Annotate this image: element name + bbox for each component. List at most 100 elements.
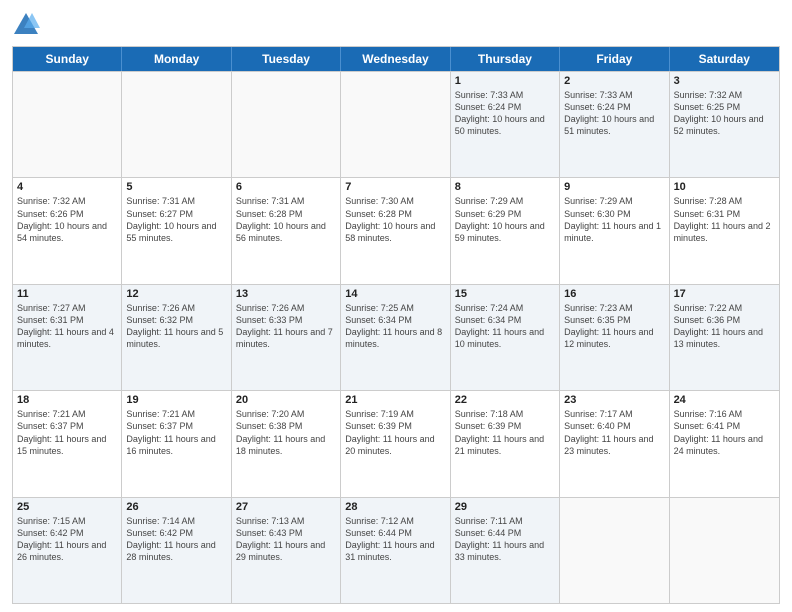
calendar-row-4: 25 Sunrise: 7:15 AM Sunset: 6:42 PM Dayli…: [13, 497, 779, 603]
header-day-monday: Monday: [122, 47, 231, 71]
cal-cell-25: 25 Sunrise: 7:15 AM Sunset: 6:42 PM Dayli…: [13, 498, 122, 603]
cal-cell-2: 2 Sunrise: 7:33 AM Sunset: 6:24 PM Daylig…: [560, 72, 669, 177]
day-info: Sunrise: 7:20 AM Sunset: 6:38 PM Dayligh…: [236, 408, 336, 457]
day-number: 21: [345, 394, 445, 406]
cal-cell-17: 17 Sunrise: 7:22 AM Sunset: 6:36 PM Dayli…: [670, 285, 779, 390]
day-number: 29: [455, 501, 555, 513]
day-number: 28: [345, 501, 445, 513]
calendar-body: 1 Sunrise: 7:33 AM Sunset: 6:24 PM Daylig…: [13, 71, 779, 603]
day-number: 15: [455, 288, 555, 300]
cal-cell-10: 10 Sunrise: 7:28 AM Sunset: 6:31 PM Dayli…: [670, 178, 779, 283]
cal-cell-9: 9 Sunrise: 7:29 AM Sunset: 6:30 PM Daylig…: [560, 178, 669, 283]
cal-cell-8: 8 Sunrise: 7:29 AM Sunset: 6:29 PM Daylig…: [451, 178, 560, 283]
logo: [12, 10, 44, 38]
cal-cell-23: 23 Sunrise: 7:17 AM Sunset: 6:40 PM Dayli…: [560, 391, 669, 496]
header-day-friday: Friday: [560, 47, 669, 71]
day-info: Sunrise: 7:12 AM Sunset: 6:44 PM Dayligh…: [345, 515, 445, 564]
day-number: 5: [126, 181, 226, 193]
day-number: 24: [674, 394, 775, 406]
day-number: 13: [236, 288, 336, 300]
cal-cell-15: 15 Sunrise: 7:24 AM Sunset: 6:34 PM Dayli…: [451, 285, 560, 390]
day-number: 9: [564, 181, 664, 193]
day-info: Sunrise: 7:27 AM Sunset: 6:31 PM Dayligh…: [17, 302, 117, 351]
cal-cell-26: 26 Sunrise: 7:14 AM Sunset: 6:42 PM Dayli…: [122, 498, 231, 603]
cal-cell-1: 1Sunrise: 7:33 AM Sunset: 6:24 PM Daylig…: [451, 72, 560, 177]
day-info: Sunrise: 7:29 AM Sunset: 6:30 PM Dayligh…: [564, 195, 664, 244]
day-number: 6: [236, 181, 336, 193]
calendar-row-1: 4 Sunrise: 7:32 AM Sunset: 6:26 PM Daylig…: [13, 177, 779, 283]
day-info: Sunrise: 7:21 AM Sunset: 6:37 PM Dayligh…: [126, 408, 226, 457]
cal-cell-3: 3Sunrise: 7:32 AM Sunset: 6:25 PM Daylig…: [670, 72, 779, 177]
day-info: Sunrise: 7:16 AM Sunset: 6:41 PM Dayligh…: [674, 408, 775, 457]
day-info: Sunrise: 7:21 AM Sunset: 6:37 PM Dayligh…: [17, 408, 117, 457]
day-number: 10: [674, 181, 775, 193]
day-number: 12: [126, 288, 226, 300]
header-day-thursday: Thursday: [451, 47, 560, 71]
day-info: Sunrise: 7:25 AM Sunset: 6:34 PM Dayligh…: [345, 302, 445, 351]
cal-cell-empty-0-3: [341, 72, 450, 177]
day-info: Sunrise: 7:29 AM Sunset: 6:29 PM Dayligh…: [455, 195, 555, 244]
day-number: 3: [674, 75, 775, 87]
cal-cell-14: 14 Sunrise: 7:25 AM Sunset: 6:34 PM Dayli…: [341, 285, 450, 390]
day-info: Sunrise: 7:24 AM Sunset: 6:34 PM Dayligh…: [455, 302, 555, 351]
header-day-tuesday: Tuesday: [232, 47, 341, 71]
header: [12, 10, 780, 38]
cal-cell-7: 7Sunrise: 7:30 AM Sunset: 6:28 PM Daylig…: [341, 178, 450, 283]
cal-cell-27: 27Sunrise: 7:13 AM Sunset: 6:43 PM Dayli…: [232, 498, 341, 603]
day-info: Sunrise: 7:11 AM Sunset: 6:44 PM Dayligh…: [455, 515, 555, 564]
day-number: 2: [564, 75, 664, 87]
cal-cell-22: 22 Sunrise: 7:18 AM Sunset: 6:39 PM Dayli…: [451, 391, 560, 496]
cal-cell-12: 12 Sunrise: 7:26 AM Sunset: 6:32 PM Dayli…: [122, 285, 231, 390]
day-info: Sunrise: 7:15 AM Sunset: 6:42 PM Dayligh…: [17, 515, 117, 564]
cal-cell-empty-0-0: [13, 72, 122, 177]
cal-cell-16: 16Sunrise: 7:23 AM Sunset: 6:35 PM Dayli…: [560, 285, 669, 390]
day-number: 4: [17, 181, 117, 193]
day-number: 22: [455, 394, 555, 406]
calendar-row-3: 18 Sunrise: 7:21 AM Sunset: 6:37 PM Dayli…: [13, 390, 779, 496]
day-number: 7: [345, 181, 445, 193]
cal-cell-5: 5 Sunrise: 7:31 AM Sunset: 6:27 PM Daylig…: [122, 178, 231, 283]
day-number: 26: [126, 501, 226, 513]
day-info: Sunrise: 7:31 AM Sunset: 6:28 PM Dayligh…: [236, 195, 336, 244]
day-info: Sunrise: 7:13 AM Sunset: 6:43 PM Dayligh…: [236, 515, 336, 564]
day-info: Sunrise: 7:18 AM Sunset: 6:39 PM Dayligh…: [455, 408, 555, 457]
day-number: 20: [236, 394, 336, 406]
page: SundayMondayTuesdayWednesdayThursdayFrid…: [0, 0, 792, 612]
day-number: 17: [674, 288, 775, 300]
cal-cell-empty-4-5: [560, 498, 669, 603]
day-number: 11: [17, 288, 117, 300]
calendar: SundayMondayTuesdayWednesdayThursdayFrid…: [12, 46, 780, 604]
day-info: Sunrise: 7:32 AM Sunset: 6:26 PM Dayligh…: [17, 195, 117, 244]
day-number: 14: [345, 288, 445, 300]
day-number: 1: [455, 75, 555, 87]
day-info: Sunrise: 7:31 AM Sunset: 6:27 PM Dayligh…: [126, 195, 226, 244]
cal-cell-6: 6 Sunrise: 7:31 AM Sunset: 6:28 PM Daylig…: [232, 178, 341, 283]
day-info: Sunrise: 7:17 AM Sunset: 6:40 PM Dayligh…: [564, 408, 664, 457]
day-number: 19: [126, 394, 226, 406]
calendar-row-2: 11 Sunrise: 7:27 AM Sunset: 6:31 PM Dayli…: [13, 284, 779, 390]
day-number: 8: [455, 181, 555, 193]
cal-cell-4: 4 Sunrise: 7:32 AM Sunset: 6:26 PM Daylig…: [13, 178, 122, 283]
day-number: 18: [17, 394, 117, 406]
day-info: Sunrise: 7:14 AM Sunset: 6:42 PM Dayligh…: [126, 515, 226, 564]
calendar-header-row: SundayMondayTuesdayWednesdayThursdayFrid…: [13, 47, 779, 71]
day-info: Sunrise: 7:28 AM Sunset: 6:31 PM Dayligh…: [674, 195, 775, 244]
day-info: Sunrise: 7:26 AM Sunset: 6:32 PM Dayligh…: [126, 302, 226, 351]
day-info: Sunrise: 7:26 AM Sunset: 6:33 PM Dayligh…: [236, 302, 336, 351]
cal-cell-18: 18 Sunrise: 7:21 AM Sunset: 6:37 PM Dayli…: [13, 391, 122, 496]
header-day-sunday: Sunday: [13, 47, 122, 71]
day-info: Sunrise: 7:33 AM Sunset: 6:24 PM Dayligh…: [564, 89, 664, 138]
logo-icon: [12, 10, 40, 38]
cal-cell-13: 13 Sunrise: 7:26 AM Sunset: 6:33 PM Dayli…: [232, 285, 341, 390]
cal-cell-21: 21Sunrise: 7:19 AM Sunset: 6:39 PM Dayli…: [341, 391, 450, 496]
cal-cell-empty-4-6: [670, 498, 779, 603]
calendar-row-0: 1 Sunrise: 7:33 AM Sunset: 6:24 PM Daylig…: [13, 71, 779, 177]
day-number: 23: [564, 394, 664, 406]
day-info: Sunrise: 7:22 AM Sunset: 6:36 PM Dayligh…: [674, 302, 775, 351]
cal-cell-11: 11 Sunrise: 7:27 AM Sunset: 6:31 PM Dayli…: [13, 285, 122, 390]
cal-cell-29: 29 Sunrise: 7:11 AM Sunset: 6:44 PM Dayli…: [451, 498, 560, 603]
cal-cell-empty-0-1: [122, 72, 231, 177]
cal-cell-28: 28 Sunrise: 7:12 AM Sunset: 6:44 PM Dayli…: [341, 498, 450, 603]
cal-cell-empty-0-2: [232, 72, 341, 177]
day-number: 25: [17, 501, 117, 513]
